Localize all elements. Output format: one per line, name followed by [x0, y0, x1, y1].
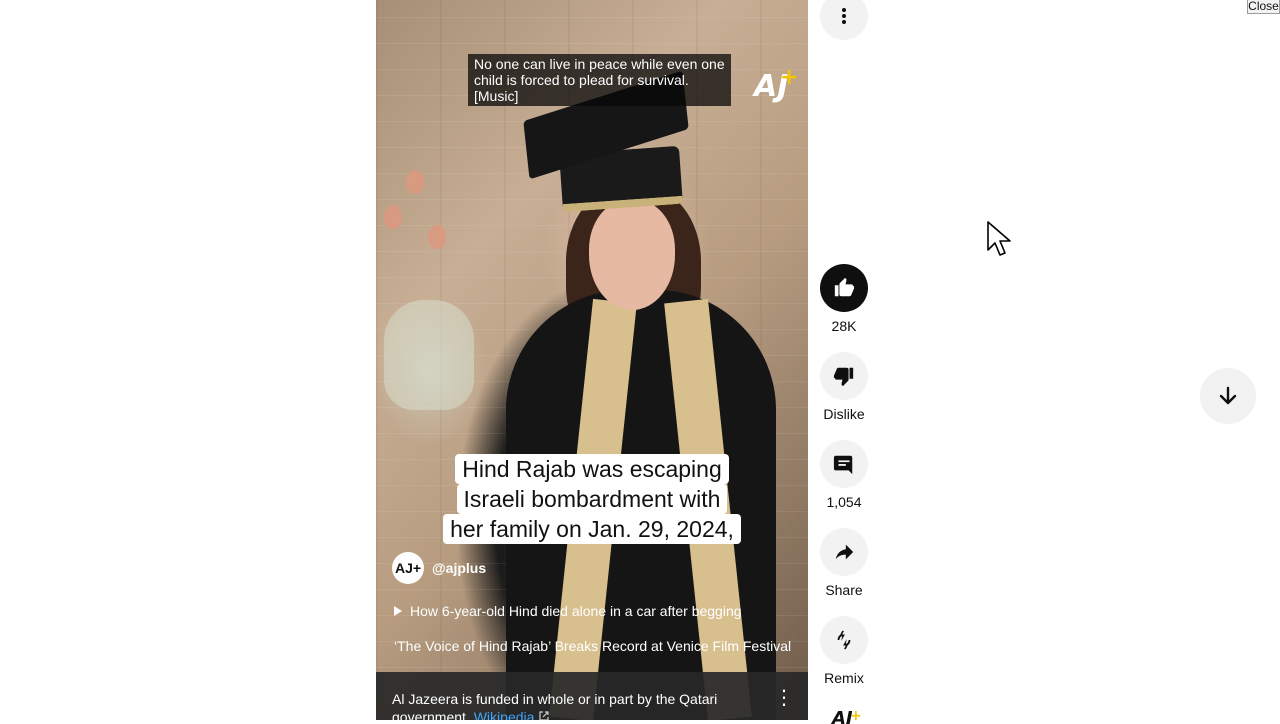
- funding-info-panel: Al Jazeera is funded in whole or in part…: [376, 672, 808, 720]
- like-action: 28K: [820, 264, 868, 334]
- like-count: 28K: [831, 318, 857, 334]
- comments-action: 1,054: [820, 440, 868, 510]
- channel-info: AJ+ @ajplus: [392, 552, 486, 584]
- shorts-video-player[interactable]: No one can live in peace while even one c…: [376, 0, 808, 720]
- caption-line: child is forced to plead for survival.: [474, 72, 689, 88]
- caption-text: Israeli bombardment with: [456, 484, 728, 514]
- channel-logo-icon[interactable]: AJ +: [828, 708, 862, 724]
- avatar-text: AJ+: [394, 560, 422, 576]
- cursor-icon: [987, 221, 1011, 256]
- tulip: [406, 170, 424, 194]
- wikipedia-link[interactable]: Wikipedia: [474, 709, 535, 720]
- thumb-up-icon: [834, 277, 855, 297]
- caption-text: her family on Jan. 29, 2024,: [443, 514, 741, 544]
- comment-icon: [833, 455, 853, 475]
- related-video-title: How 6-year-old Hind died alone in a car …: [410, 603, 742, 619]
- dislike-button[interactable]: [820, 352, 868, 400]
- tulip: [384, 205, 402, 229]
- caption-text: Hind Rajab was escaping: [455, 454, 729, 484]
- comments-button[interactable]: [820, 440, 868, 488]
- share-button[interactable]: [820, 528, 868, 576]
- svg-text:+: +: [850, 708, 862, 724]
- more-vert-icon: [820, 0, 868, 40]
- share-label: Share: [825, 582, 863, 598]
- video-caption-overlay: Hind Rajab was escaping Israeli bombardm…: [376, 454, 808, 544]
- arrow-down-icon: [1219, 386, 1237, 405]
- remix-label: Remix: [824, 670, 864, 686]
- remix-action: Remix: [820, 616, 868, 686]
- news-link[interactable]: ‘The Voice of Hind Rajab’ Breaks Record …: [394, 638, 791, 654]
- caption-line: [Music]: [474, 88, 519, 104]
- share-icon: [835, 544, 854, 560]
- svg-text:+: +: [780, 65, 798, 90]
- ajplus-logo-icon: AJ +: [752, 65, 798, 104]
- funding-text: Al Jazeera is funded in whole or in part…: [392, 691, 718, 720]
- close-button[interactable]: Close: [1247, 0, 1280, 14]
- dislike-label: Dislike: [823, 406, 865, 422]
- closed-captions: No one can live in peace while even one c…: [468, 54, 731, 106]
- related-video-link[interactable]: How 6-year-old Hind died alone in a car …: [394, 603, 742, 619]
- comment-count: 1,054: [826, 494, 862, 510]
- channel-handle[interactable]: @ajplus: [432, 560, 486, 576]
- share-action: Share: [820, 528, 868, 598]
- like-button[interactable]: [820, 264, 868, 312]
- more-options-button[interactable]: [820, 0, 868, 40]
- dislike-action: Dislike: [820, 352, 868, 422]
- channel-avatar[interactable]: AJ+: [392, 552, 424, 584]
- remix-icon: [837, 630, 851, 650]
- funding-info-text: Al Jazeera is funded in whole or in part…: [392, 690, 752, 720]
- thumb-down-icon: [833, 367, 854, 387]
- tulip: [428, 225, 446, 249]
- more-vert-icon[interactable]: ⋮: [774, 688, 794, 708]
- caption-line: No one can live in peace while even one: [474, 56, 725, 72]
- external-link-icon: [539, 711, 549, 720]
- next-video-button[interactable]: [1200, 368, 1256, 424]
- remix-button[interactable]: [820, 616, 868, 664]
- child-face: [589, 200, 675, 310]
- play-icon: [394, 606, 402, 616]
- flower-vase: [384, 300, 474, 410]
